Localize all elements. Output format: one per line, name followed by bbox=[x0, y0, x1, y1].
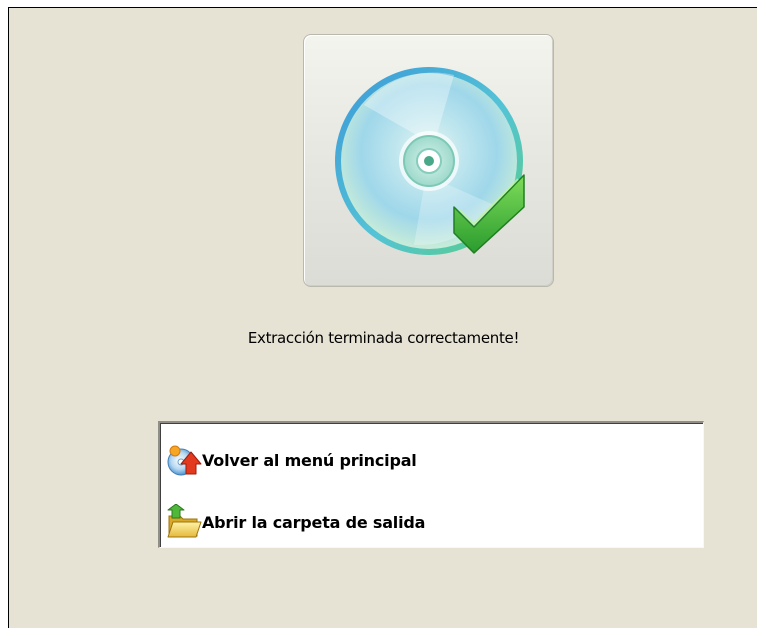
completion-illustration bbox=[303, 34, 554, 287]
open-folder-icon bbox=[167, 504, 202, 538]
open-output-folder-label: Abrir la carpeta de salida bbox=[202, 512, 426, 532]
status-message: Extracción terminada correctamente! bbox=[247, 329, 520, 347]
home-back-icon bbox=[167, 445, 202, 476]
back-to-main-menu-link[interactable]: Volver al menú principal bbox=[166, 440, 417, 480]
cd-check-icon bbox=[335, 67, 525, 255]
open-output-folder-link[interactable]: Abrir la carpeta de salida bbox=[166, 502, 425, 542]
wizard-panel: Extracción terminada correctamente! Volv… bbox=[8, 7, 757, 628]
action-list: Volver al menú principal Abrir la carpet… bbox=[158, 421, 704, 548]
back-to-main-menu-label: Volver al menú principal bbox=[202, 450, 417, 470]
